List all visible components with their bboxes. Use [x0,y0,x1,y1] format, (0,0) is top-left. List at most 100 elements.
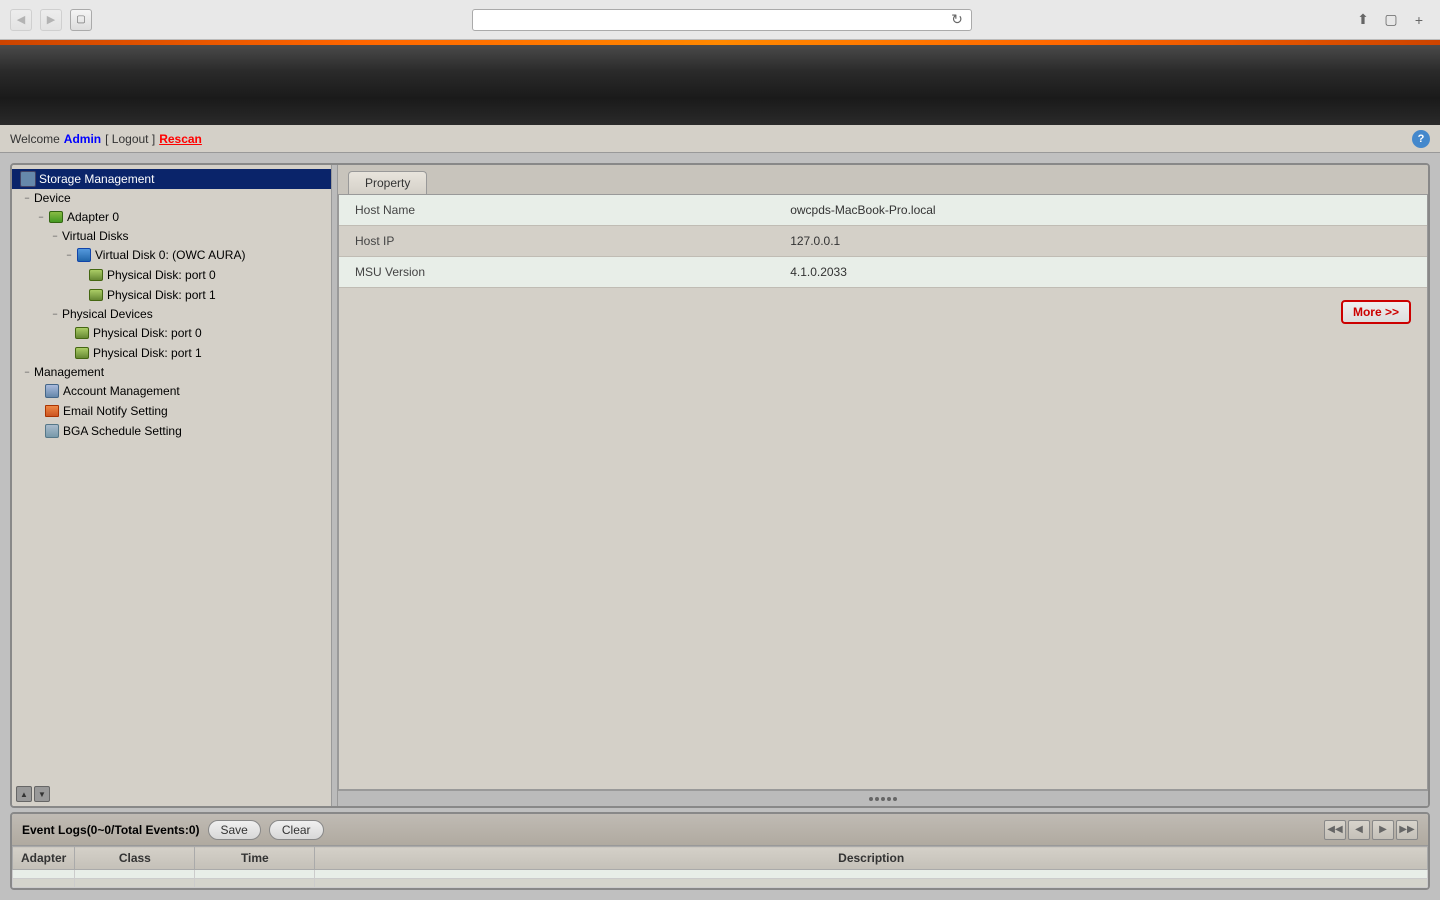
col-header-class: Class [75,847,195,870]
event-logs-panel: Event Logs(0~0/Total Events:0) Save Clea… [10,812,1430,890]
pdisk-p-port0-icon [74,325,90,341]
pdisk-v-port0-icon [88,267,104,283]
event-nav-prev[interactable]: ◀ [1348,820,1370,840]
event-table-body [13,870,1428,888]
event-table-row [13,879,1428,888]
col-header-description: Description [315,847,1428,870]
bga-icon [44,423,60,439]
adapter0-label: Adapter 0 [67,210,119,224]
event-nav-first[interactable]: ◀◀ [1324,820,1346,840]
expand-dot-2 [875,797,879,801]
sidebar-item-account-management[interactable]: Account Management [12,381,331,401]
storage-management-label: Storage Management [39,172,154,186]
new-tab-button[interactable]: + [1408,9,1430,31]
event-class [75,870,195,879]
expand-dot-4 [887,797,891,801]
tab-button[interactable]: ▢ [70,9,92,31]
sidebar-item-vdisk0[interactable]: − Virtual Disk 0: (OWC AURA) [12,245,331,265]
refresh-button[interactable]: ↻ [949,12,965,28]
sidebar-arrow-down[interactable]: ▼ [34,786,50,802]
event-save-button[interactable]: Save [208,820,261,840]
event-class [75,879,195,888]
address-bar: localhost ↻ [472,9,972,31]
property-value: owcpds-MacBook-Pro.local [774,195,1427,226]
col-header-time: Time [195,847,315,870]
expand-button[interactable]: ▢ [1380,9,1402,31]
property-tab-area: Property [338,165,1428,194]
sidebar-item-pdisk-p-port1[interactable]: Physical Disk: port 1 [12,343,331,363]
sidebar-item-pdisk-v-port0[interactable]: Physical Disk: port 0 [12,265,331,285]
top-bar: Welcome Admin [ Logout ] Rescan ? [0,125,1440,153]
logout-link[interactable]: [ Logout ] [105,132,155,146]
storage-management-icon [20,171,36,187]
sidebar-item-management[interactable]: − Management [12,363,331,381]
admin-link[interactable]: Admin [64,132,101,146]
event-adapter [13,870,75,879]
property-content: Host Nameowcpds-MacBook-Pro.localHost IP… [338,194,1428,790]
event-logs-header: Event Logs(0~0/Total Events:0) Save Clea… [12,814,1428,846]
welcome-text: Welcome [10,132,60,146]
pdisk-v-port1-label: Physical Disk: port 1 [107,288,216,302]
forward-button[interactable]: ▶ [40,9,62,31]
property-label: Host IP [339,226,774,257]
sidebar-item-pdisk-v-port1[interactable]: Physical Disk: port 1 [12,285,331,305]
event-logs-stats: (0~0/Total Events:0) [87,823,200,837]
sidebar-item-pdisk-p-port0[interactable]: Physical Disk: port 0 [12,323,331,343]
sidebar-item-adapter0[interactable]: − Adapter 0 [12,207,331,227]
event-nav-next[interactable]: ▶ [1372,820,1394,840]
sidebar: Storage Management − Device − Adapter 0 [12,165,332,806]
sidebar-item-physical-devices[interactable]: − Physical Devices [12,305,331,323]
pdisk-p-port1-icon [74,345,90,361]
property-tab[interactable]: Property [348,171,427,194]
email-notify-label: Email Notify Setting [63,404,168,418]
management-toggle[interactable]: − [20,365,34,379]
sidebar-item-device[interactable]: − Device [12,189,331,207]
pdevices-toggle[interactable]: − [48,307,62,321]
account-management-label: Account Management [63,384,180,398]
property-row: Host Nameowcpds-MacBook-Pro.local [339,195,1427,226]
physical-devices-label: Physical Devices [62,307,153,321]
address-input[interactable]: localhost [479,13,949,27]
event-logs-title: Event Logs(0~0/Total Events:0) [22,823,200,837]
sidebar-item-virtual-disks[interactable]: − Virtual Disks [12,227,331,245]
property-label: Host Name [339,195,774,226]
device-label: Device [34,191,71,205]
expand-dot-5 [893,797,897,801]
email-icon [44,403,60,419]
main-panel: Storage Management − Device − Adapter 0 [10,163,1430,808]
pdisk-p-port1-label: Physical Disk: port 1 [93,346,202,360]
header-area [0,45,1440,125]
account-icon [44,383,60,399]
property-label: MSU Version [339,257,774,288]
pdisk-v-port1-icon [88,287,104,303]
event-nav-buttons: ◀◀ ◀ ▶ ▶▶ [1324,820,1418,840]
expand-dot-1 [869,797,873,801]
sidebar-item-bga-schedule[interactable]: BGA Schedule Setting [12,421,331,441]
help-icon[interactable]: ? [1412,130,1430,148]
share-button[interactable]: ⬆ [1352,9,1374,31]
property-value: 4.1.0.2033 [774,257,1427,288]
vdisks-toggle[interactable]: − [48,229,62,243]
property-value: 127.0.0.1 [774,226,1427,257]
sidebar-collapse-arrows: ▲ ▼ [16,786,50,802]
expand-dot-3 [881,797,885,801]
sidebar-arrow-up[interactable]: ▲ [16,786,32,802]
vdisk0-label: Virtual Disk 0: (OWC AURA) [95,248,245,262]
event-clear-button[interactable]: Clear [269,820,324,840]
back-button[interactable]: ◀ [10,9,32,31]
content-panel: Property Host Nameowcpds-MacBook-Pro.loc… [338,165,1428,806]
adapter0-toggle[interactable]: − [34,210,48,224]
device-toggle[interactable]: − [20,191,34,205]
event-nav-last[interactable]: ▶▶ [1396,820,1418,840]
more-button[interactable]: More >> [1341,300,1411,324]
event-table: AdapterClassTimeDescription [12,846,1428,888]
vdisk0-toggle[interactable]: − [62,248,76,262]
management-label: Management [34,365,104,379]
sidebar-item-email-notify[interactable]: Email Notify Setting [12,401,331,421]
rescan-link[interactable]: Rescan [159,132,202,146]
bottom-expand[interactable] [338,790,1428,806]
event-description [315,870,1428,879]
event-time [195,879,315,888]
sidebar-item-storage-management[interactable]: Storage Management [12,169,331,189]
main-content: Storage Management − Device − Adapter 0 [0,153,1440,900]
